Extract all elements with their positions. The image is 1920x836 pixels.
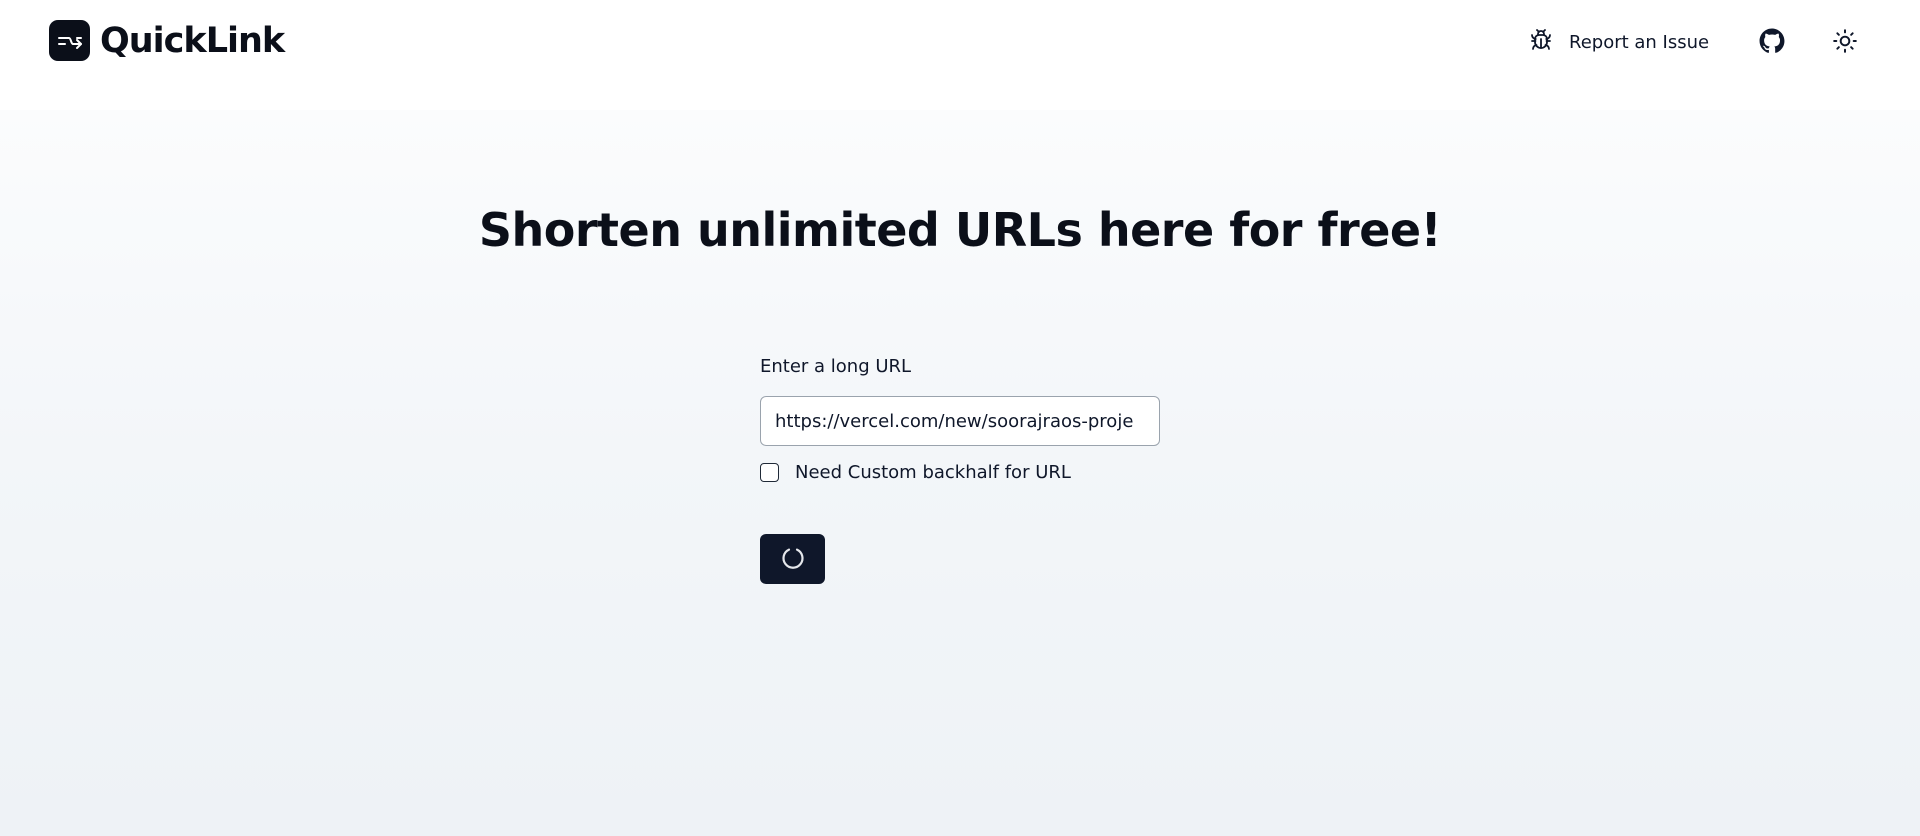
- page-headline: Shorten unlimited URLs here for free!: [478, 203, 1442, 257]
- brand-home-link[interactable]: QuickLink: [49, 20, 285, 61]
- long-url-input[interactable]: [760, 396, 1160, 446]
- sun-icon: [1832, 29, 1858, 58]
- brand-name: QuickLink: [100, 20, 285, 61]
- shorten-form: Enter a long URL Need Custom backhalf fo…: [760, 356, 1180, 584]
- spinner-icon: [780, 545, 806, 574]
- top-header: QuickLink Report an Issue: [0, 0, 1920, 110]
- github-icon: [1759, 28, 1785, 58]
- theme-toggle-button[interactable]: [1832, 28, 1858, 54]
- report-issue-link[interactable]: Report an Issue: [1529, 28, 1709, 56]
- shorten-submit-button[interactable]: [760, 534, 825, 584]
- bug-icon: [1529, 28, 1553, 56]
- link-swap-icon: [49, 20, 90, 61]
- custom-backhalf-label: Need Custom backhalf for URL: [795, 462, 1071, 483]
- github-link[interactable]: [1759, 28, 1785, 54]
- custom-backhalf-checkbox[interactable]: [760, 463, 779, 482]
- custom-backhalf-option[interactable]: Need Custom backhalf for URL: [760, 462, 1071, 483]
- report-issue-label: Report an Issue: [1569, 31, 1710, 53]
- url-field-label: Enter a long URL: [760, 356, 912, 377]
